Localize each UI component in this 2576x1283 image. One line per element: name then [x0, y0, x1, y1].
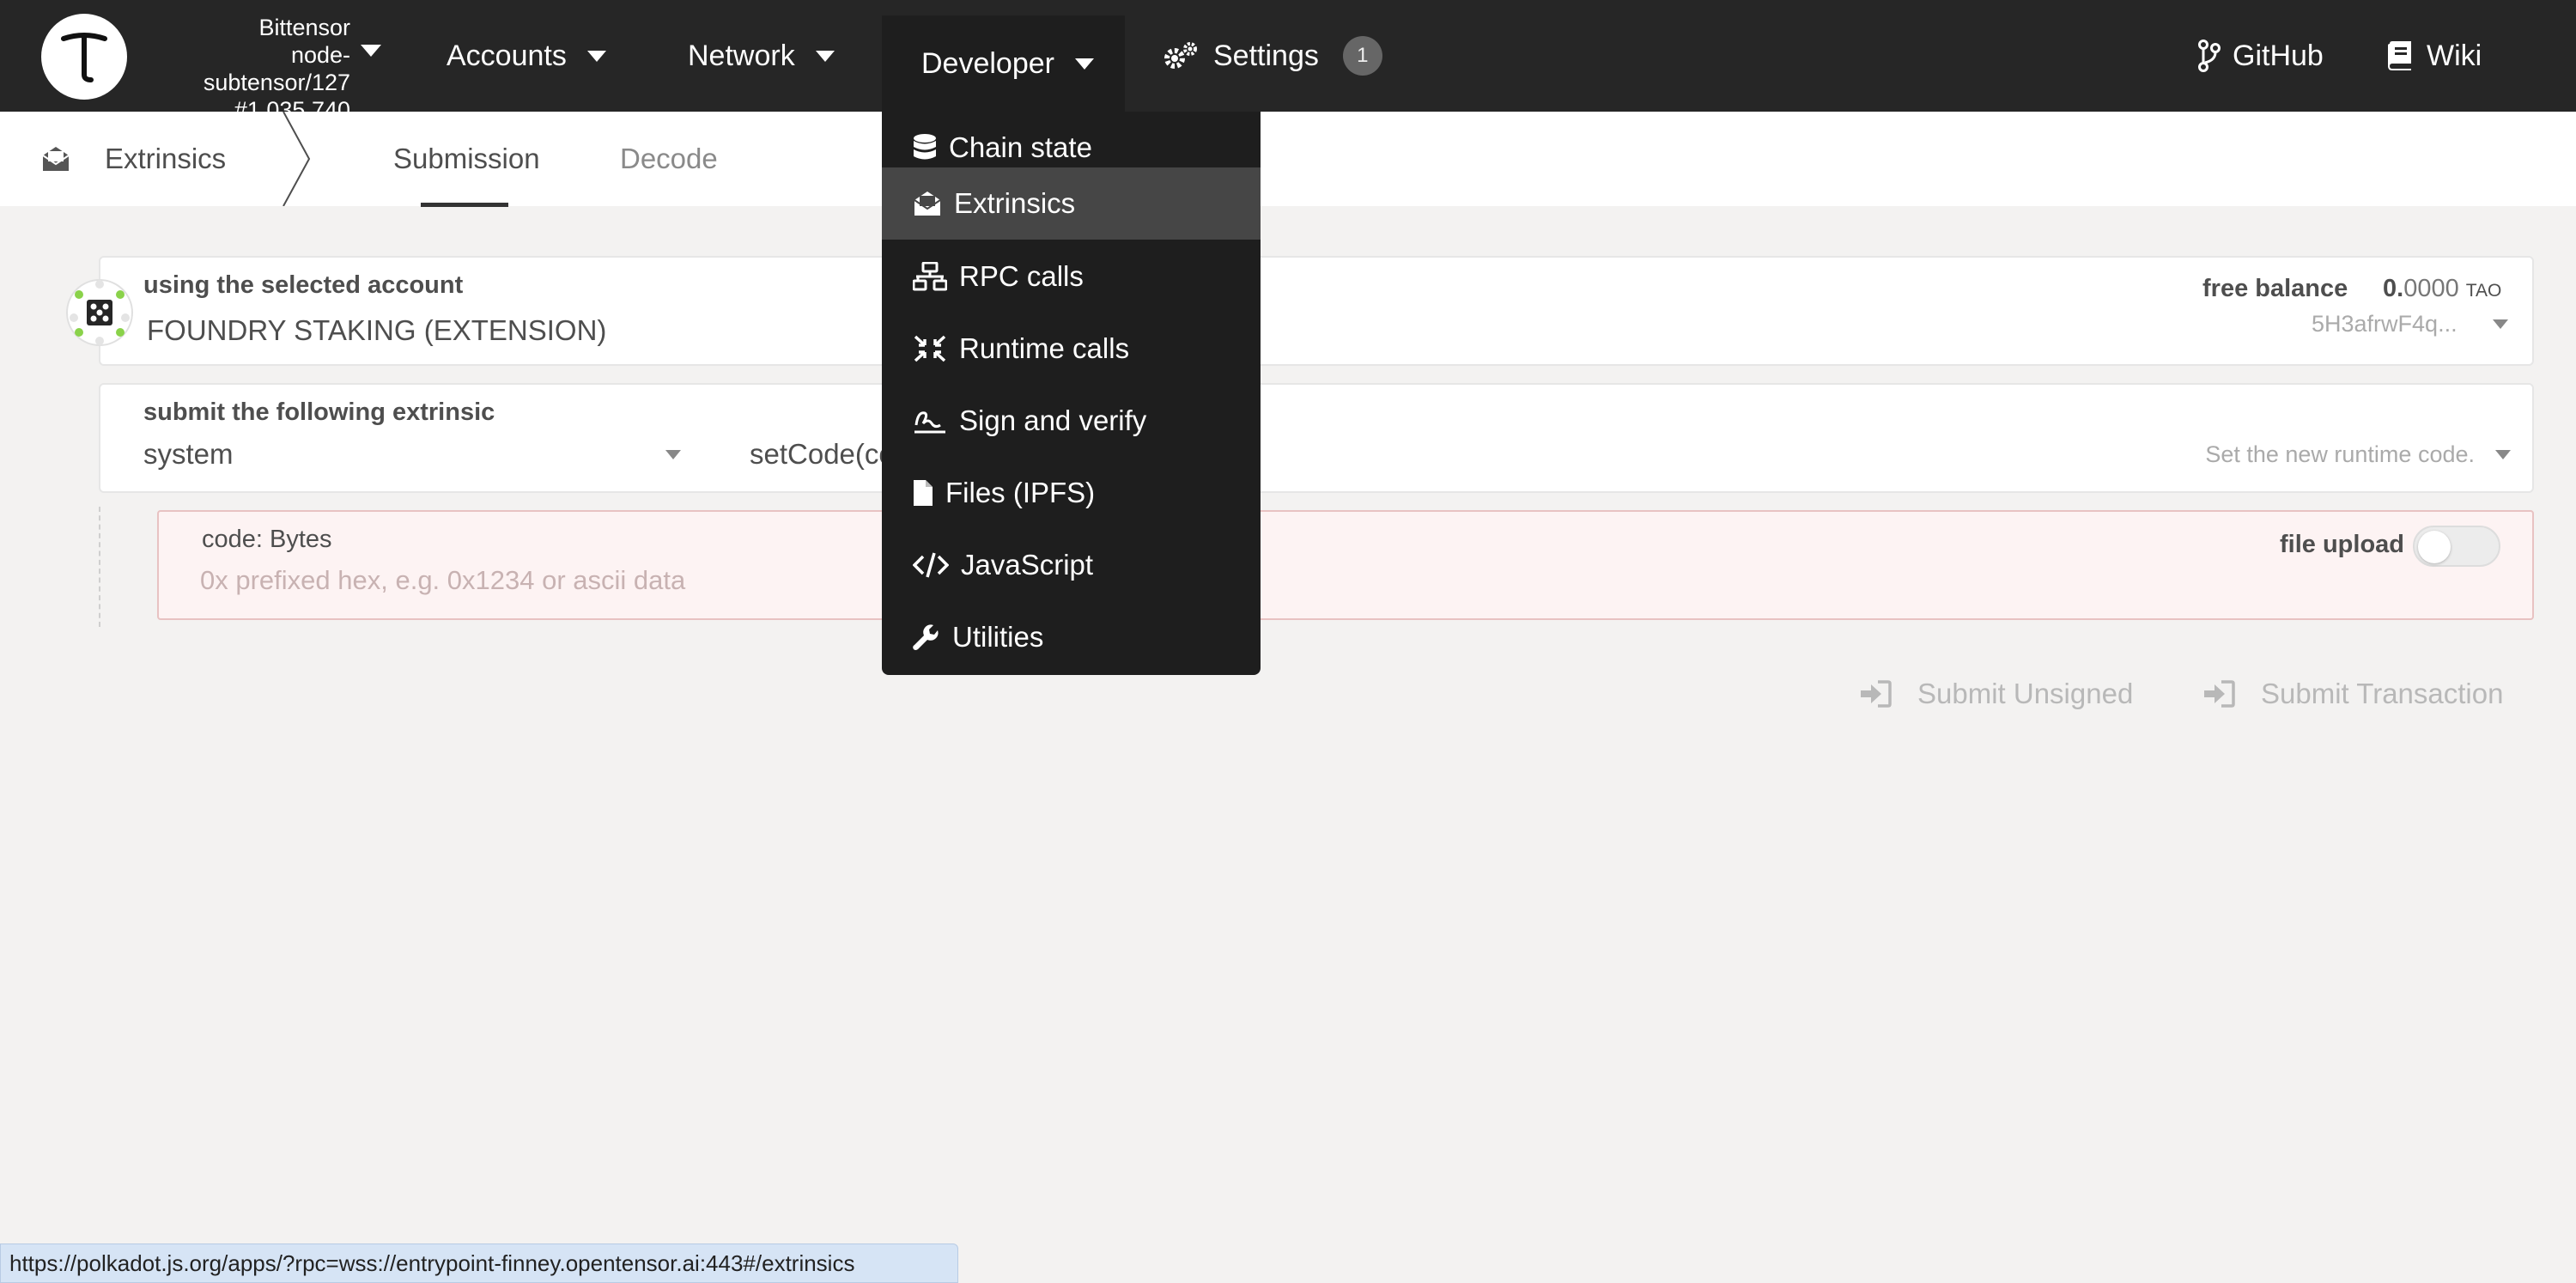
envelope-open-icon — [914, 192, 941, 216]
identicon-icon — [70, 280, 130, 345]
menu-item-label: Extrinsics — [954, 187, 1076, 219]
tao-icon — [61, 33, 107, 82]
section-title: Extrinsics — [41, 112, 226, 206]
nav-settings[interactable]: Settings 1 — [1163, 0, 1382, 112]
method-description: Set the new runtime code. — [2205, 441, 2475, 467]
chevron-down-icon — [586, 50, 606, 62]
account-name: FOUNDRY STAKING (EXTENSION) — [147, 314, 607, 346]
nav-developer-label: Developer — [921, 46, 1054, 80]
nav-accounts-label: Accounts — [447, 39, 567, 72]
submit-unsigned-label: Submit Unsigned — [1917, 678, 2134, 709]
breadcrumb-separator — [283, 112, 311, 206]
module-value: system — [143, 438, 234, 470]
param-label: code: Bytes — [202, 526, 332, 553]
sub-navbar — [0, 112, 2576, 206]
bittensor-logo[interactable] — [41, 14, 127, 100]
chevron-down-icon — [1074, 58, 1094, 70]
tab-decode[interactable]: Decode — [620, 112, 718, 206]
node-name: node-subtensor/127 — [203, 42, 350, 95]
balance-label: free balance — [2202, 275, 2348, 302]
method-value: setCode(co — [750, 438, 895, 470]
balance-unit: TAO — [2465, 281, 2502, 301]
menu-item-label: Sign and verify — [959, 404, 1147, 436]
tab-submission-label: Submission — [393, 143, 540, 174]
arrows-compress-icon — [914, 335, 946, 362]
code-icon — [913, 552, 949, 578]
envelope-open-icon — [42, 147, 70, 171]
account-selector[interactable]: using the selected account FOUNDRY STAKI… — [99, 256, 2534, 366]
menu-item-label: JavaScript — [961, 549, 1094, 581]
nav-developer[interactable]: Developer — [882, 15, 1125, 112]
menu-item-extrinsics[interactable]: Extrinsics — [882, 167, 1261, 240]
nav-network-label: Network — [688, 39, 795, 72]
status-url: https://polkadot.js.org/apps/?rpc=wss://… — [9, 1250, 855, 1276]
account-address: 5H3afrwF4q... — [2312, 311, 2458, 337]
menu-item-rpc-calls[interactable]: RPC calls — [882, 240, 1261, 313]
menu-item-utilities[interactable]: Utilities — [882, 601, 1261, 673]
balance-fraction: 0000 — [2403, 275, 2459, 302]
submit-transaction-label: Submit Transaction — [2261, 678, 2504, 709]
file-icon — [914, 480, 933, 506]
book-icon — [2388, 41, 2411, 70]
link-status-bar: https://polkadot.js.org/apps/?rpc=wss://… — [0, 1243, 958, 1283]
sign-in-icon — [1861, 680, 1892, 708]
param-indent-line — [99, 507, 100, 627]
developer-dropdown-menu: Chain state Extrinsics RPC calls Runtime… — [882, 112, 1261, 675]
section-title-label: Extrinsics — [105, 143, 227, 174]
tab-submission[interactable]: Submission — [393, 112, 540, 206]
account-avatar — [66, 279, 133, 346]
sign-in-icon — [2204, 680, 2235, 708]
active-tab-indicator — [421, 203, 508, 207]
chevron-down-icon[interactable] — [361, 45, 381, 57]
balance-integer: 0. — [2383, 275, 2404, 302]
menu-item-files-ipfs[interactable]: Files (IPFS) — [882, 457, 1261, 529]
wrench-icon — [913, 624, 939, 650]
nav-github-label: GitHub — [2233, 39, 2324, 72]
cogs-icon — [1164, 42, 1197, 69]
toggle-knob — [2418, 531, 2451, 563]
nav-accounts[interactable]: Accounts — [447, 0, 606, 112]
file-upload-toggle[interactable] — [2413, 526, 2500, 567]
account-label: using the selected account — [143, 271, 464, 299]
top-navbar: Bittensor node-subtensor/127 #1,035,740 … — [0, 0, 2576, 123]
submit-transaction-button[interactable]: Submit Transaction — [2202, 670, 2503, 718]
chevron-down-icon — [665, 450, 681, 459]
menu-item-runtime-calls[interactable]: Runtime calls — [882, 313, 1261, 385]
submit-unsigned-button[interactable]: Submit Unsigned — [1859, 670, 2133, 718]
network-wired-icon — [913, 262, 947, 291]
extrinsic-selector: submit the following extrinsic system se… — [99, 383, 2534, 493]
settings-badge: 1 — [1342, 36, 1382, 76]
menu-item-label: Files (IPFS) — [945, 477, 1096, 508]
nav-wiki-label: Wiki — [2427, 39, 2482, 72]
code-param-field[interactable]: code: Bytes 0x prefixed hex, e.g. 0x1234… — [157, 510, 2534, 620]
menu-item-javascript[interactable]: JavaScript — [882, 529, 1261, 601]
balance-value: 0. 0000 TAO — [2383, 275, 2501, 303]
database-icon — [914, 134, 936, 160]
code-branch-icon — [2198, 40, 2221, 72]
chevron-down-icon[interactable] — [2493, 319, 2508, 329]
menu-item-label: Chain state — [949, 131, 1092, 163]
nav-github[interactable]: GitHub — [2198, 0, 2324, 112]
chevron-down-icon — [2495, 450, 2511, 459]
menu-item-sign-and-verify[interactable]: Sign and verify — [882, 385, 1261, 457]
nav-network[interactable]: Network — [688, 0, 835, 112]
extrinsic-label: submit the following extrinsic — [143, 398, 495, 426]
nav-wiki[interactable]: Wiki — [2387, 0, 2482, 112]
signature-icon — [914, 411, 945, 434]
param-placeholder: 0x prefixed hex, e.g. 0x1234 or ascii da… — [200, 565, 686, 595]
menu-item-label: RPC calls — [959, 260, 1084, 292]
menu-item-label: Runtime calls — [959, 332, 1130, 364]
module-select[interactable]: system — [142, 433, 691, 476]
tab-decode-label: Decode — [620, 143, 718, 174]
chain-selector[interactable]: Bittensor node-subtensor/127 #1,035,740 — [146, 14, 350, 124]
file-upload-label: file upload — [2280, 531, 2404, 558]
chain-name: Bittensor — [258, 15, 350, 40]
chevron-down-icon — [815, 50, 835, 62]
nav-settings-label: Settings — [1213, 39, 1319, 72]
menu-item-label: Utilities — [952, 621, 1044, 653]
